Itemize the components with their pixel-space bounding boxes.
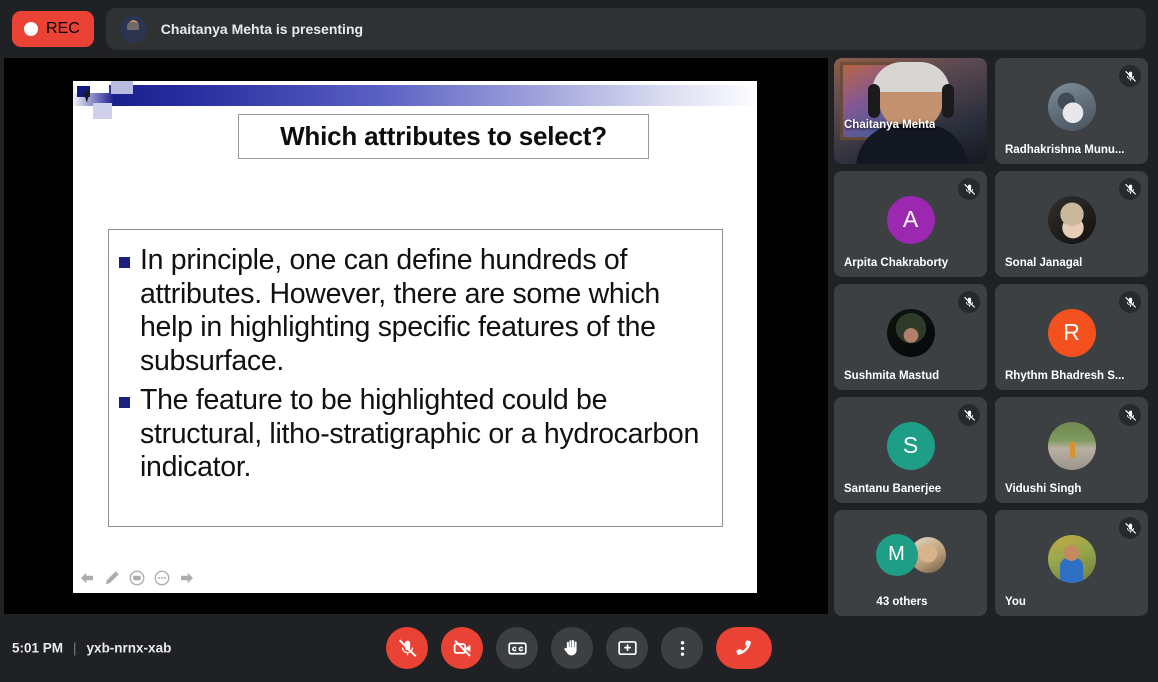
avatar-initial: M xyxy=(875,533,918,576)
camera-off-button[interactable] xyxy=(441,627,483,669)
participant-tile-radhakrishna[interactable]: Radhakrishna Munu... xyxy=(995,58,1148,164)
closed-captions-icon xyxy=(507,641,527,655)
presenter-avatar-icon xyxy=(119,15,147,43)
mic-off-icon xyxy=(958,291,980,313)
pen-tool-icon[interactable] xyxy=(103,569,121,587)
participant-tile-vidushi-singh[interactable]: Vidushi Singh xyxy=(995,397,1148,503)
participant-tile-others[interactable]: M 43 others xyxy=(834,510,987,616)
end-call-icon xyxy=(736,640,751,655)
participant-tile-arpita-chakraborty[interactable]: A Arpita Chakraborty xyxy=(834,171,987,277)
previous-slide-arrow-icon[interactable] xyxy=(78,569,96,587)
mic-off-icon xyxy=(1119,517,1141,539)
raise-hand-button[interactable] xyxy=(551,627,593,669)
present-screen-button[interactable] xyxy=(606,627,648,669)
end-call-button[interactable] xyxy=(716,627,772,669)
avatar: S xyxy=(886,421,935,470)
bottom-bar: 5:01 PM | yxb-nrnx-xab xyxy=(0,614,1158,682)
camera-off-icon xyxy=(453,639,471,657)
recording-badge[interactable]: REC xyxy=(12,11,94,47)
bullet-square-icon xyxy=(119,257,130,268)
participant-name: You xyxy=(1005,596,1026,608)
avatar: A xyxy=(886,195,935,244)
slide-title: Which attributes to select? xyxy=(280,121,607,151)
slide-decorative-gradient-bar xyxy=(73,85,757,106)
mic-off-icon xyxy=(1119,291,1141,313)
avatar-initial: A xyxy=(902,206,919,233)
participant-tile-sushmita-mastud[interactable]: Sushmita Mastud xyxy=(834,284,987,390)
microphone-off-button[interactable] xyxy=(386,627,428,669)
slideshow-navigation-bar[interactable] xyxy=(78,569,196,587)
raised-hand-icon xyxy=(564,639,577,656)
participant-tile-you[interactable]: You xyxy=(995,510,1148,616)
slide-bullet-item: In principle, one can define hundreds of… xyxy=(119,244,712,378)
recording-label: REC xyxy=(46,20,80,37)
participant-tile-santanu-banerjee[interactable]: S Santanu Banerjee xyxy=(834,397,987,503)
slide-bullet-item: The feature to be highlighted could be s… xyxy=(119,384,712,485)
avatar xyxy=(886,308,935,357)
stacked-avatars: M xyxy=(875,533,946,576)
captions-button[interactable] xyxy=(496,627,538,669)
slide-title-box: Which attributes to select? xyxy=(238,114,649,159)
call-controls xyxy=(386,627,772,669)
participant-grid: Chaitanya Mehta Radhakrishna Munu... A A… xyxy=(834,58,1154,616)
bullet-square-icon xyxy=(119,397,130,408)
avatar xyxy=(1047,195,1096,244)
slide-decor-block-4 xyxy=(93,103,112,119)
presenting-label: Chaitanya Mehta is presenting xyxy=(160,21,364,37)
slide-menu-icon[interactable] xyxy=(128,569,146,587)
mic-off-icon xyxy=(958,404,980,426)
more-options-icon[interactable] xyxy=(153,569,171,587)
slide-body-box: In principle, one can define hundreds of… xyxy=(108,229,723,527)
vertical-ellipsis-icon xyxy=(680,640,684,656)
avatar xyxy=(1047,534,1096,583)
mic-off-icon xyxy=(1119,65,1141,87)
participant-name: Arpita Chakraborty xyxy=(844,257,949,269)
next-slide-arrow-icon[interactable] xyxy=(178,569,196,587)
avatar xyxy=(1047,82,1096,131)
meeting-code: yxb-nrnx-xab xyxy=(86,640,172,656)
avatar-initial: R xyxy=(1063,319,1080,346)
mic-off-icon xyxy=(398,638,417,657)
mic-off-icon xyxy=(1119,404,1141,426)
shared-screen-stage[interactable]: Which attributes to select? In principle… xyxy=(4,58,828,614)
more-options-button[interactable] xyxy=(661,627,703,669)
avatar-initial: S xyxy=(902,432,919,459)
slide-bullet-text: The feature to be highlighted could be s… xyxy=(140,384,700,483)
participant-name: Sushmita Mastud xyxy=(844,370,940,382)
participant-name: Vidushi Singh xyxy=(1005,483,1082,495)
current-time: 5:01 PM xyxy=(12,640,64,656)
mic-off-icon xyxy=(958,178,980,200)
presenting-banner[interactable]: Chaitanya Mehta is presenting xyxy=(105,8,1146,50)
participant-name: Sonal Janagal xyxy=(1005,257,1083,269)
slide-decor-block-3 xyxy=(111,81,133,94)
top-bar: REC Chaitanya Mehta is presenting xyxy=(0,0,1158,58)
participant-name: Radhakrishna Munu... xyxy=(1005,144,1125,156)
presentation-slide: Which attributes to select? In principle… xyxy=(73,81,757,593)
participant-name: Santanu Banerjee xyxy=(844,483,942,495)
avatar xyxy=(1047,421,1096,470)
slide-bullet-text: In principle, one can define hundreds of… xyxy=(140,244,660,377)
record-dot-icon xyxy=(24,22,38,36)
participant-tile-chaitanya-mehta[interactable]: Chaitanya Mehta xyxy=(834,58,987,164)
participant-tile-rhythm-bhadresh[interactable]: R Rhythm Bhadresh S... xyxy=(995,284,1148,390)
participant-name: Rhythm Bhadresh S... xyxy=(1005,370,1125,382)
participant-name: Chaitanya Mehta xyxy=(844,119,936,131)
present-screen-icon xyxy=(617,640,637,655)
separator: | xyxy=(73,640,77,656)
participant-name: 43 others xyxy=(876,596,928,608)
mic-off-icon xyxy=(1119,178,1141,200)
meeting-info: 5:01 PM | yxb-nrnx-xab xyxy=(12,641,171,656)
avatar: R xyxy=(1047,308,1096,357)
participant-tile-sonal-janagal[interactable]: Sonal Janagal xyxy=(995,171,1148,277)
